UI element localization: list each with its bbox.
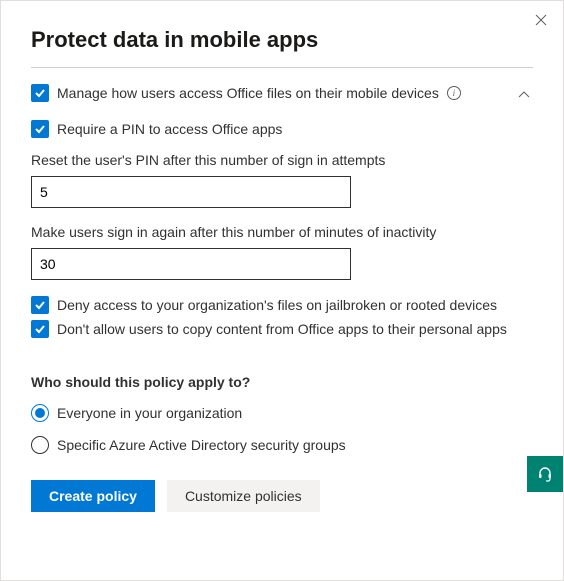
input-reset-pin-attempts[interactable] (31, 176, 351, 208)
help-widget[interactable] (527, 456, 563, 492)
label-manage-access: Manage how users access Office files on … (57, 85, 439, 102)
create-policy-button[interactable]: Create policy (31, 480, 155, 512)
checkbox-no-copy[interactable] (31, 320, 49, 338)
check-icon (34, 87, 46, 99)
divider (31, 67, 533, 68)
close-icon (535, 14, 547, 26)
label-no-copy: Don't allow users to copy content from O… (57, 321, 507, 338)
checkbox-deny-jailbroken[interactable] (31, 296, 49, 314)
label-groups: Specific Azure Active Directory security… (57, 437, 346, 454)
check-icon (34, 299, 46, 311)
label-require-pin: Require a PIN to access Office apps (57, 121, 282, 138)
label-everyone: Everyone in your organization (57, 405, 242, 422)
check-icon (34, 323, 46, 335)
page-title: Protect data in mobile apps (31, 27, 533, 53)
headset-icon (537, 466, 553, 482)
label-reset-pin: Reset the user's PIN after this number o… (31, 152, 533, 168)
apply-heading: Who should this policy apply to? (31, 374, 533, 390)
radio-everyone[interactable] (31, 404, 49, 422)
check-icon (34, 123, 46, 135)
checkbox-require-pin[interactable] (31, 120, 49, 138)
customize-policies-button[interactable]: Customize policies (167, 480, 320, 512)
close-button[interactable] (531, 9, 551, 33)
chevron-up-icon (517, 88, 531, 102)
info-icon[interactable]: i (447, 86, 461, 100)
input-inactivity-minutes[interactable] (31, 248, 351, 280)
label-deny-jailbroken: Deny access to your organization's files… (57, 297, 497, 314)
collapse-toggle[interactable] (515, 86, 533, 107)
radio-groups[interactable] (31, 436, 49, 454)
label-inactivity: Make users sign in again after this numb… (31, 224, 533, 240)
checkbox-manage-access[interactable] (31, 84, 49, 102)
